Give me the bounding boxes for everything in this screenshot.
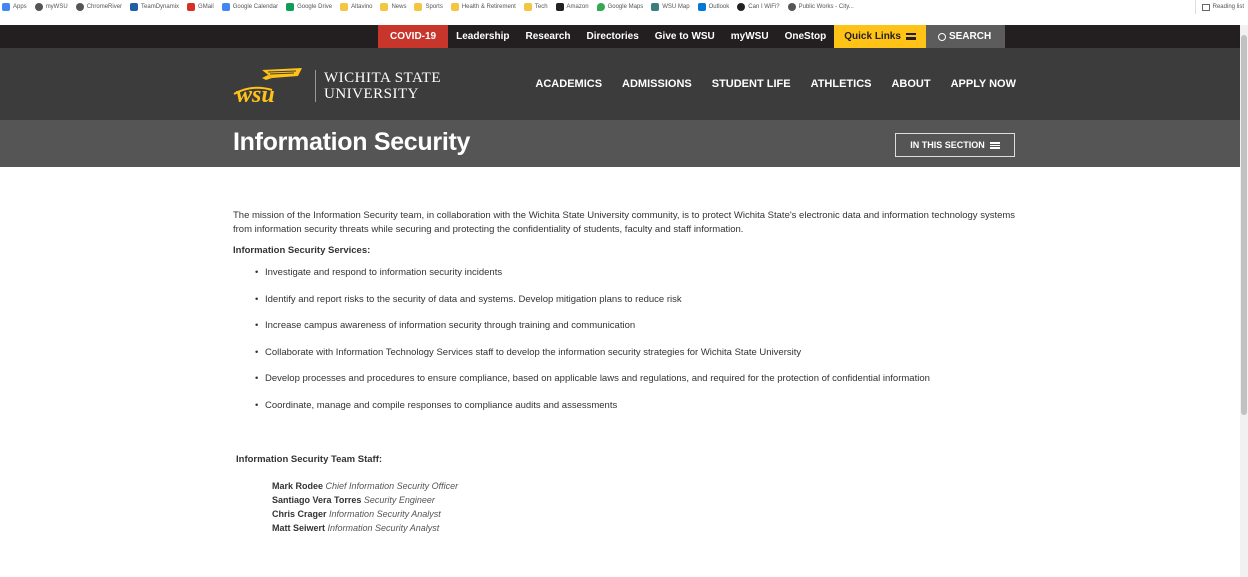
staff-name: Mark Rodee [272, 481, 324, 491]
nav-athletics[interactable]: ATHLETICS [811, 78, 872, 90]
scrollbar-thumb[interactable] [1241, 35, 1247, 415]
bookmark-wsu-map[interactable]: WSU Map [651, 3, 690, 11]
wsu-logo[interactable]: wsu WICHITA STATE UNIVERSITY [232, 66, 441, 108]
staff-role: Chief Information Security Officer [325, 481, 459, 491]
bookmark-folder-news[interactable]: News [380, 3, 406, 11]
menu-icon [989, 141, 1000, 149]
menu-icon [905, 33, 916, 40]
globe-icon [75, 3, 84, 11]
mywsu-link[interactable]: myWSU [723, 25, 777, 48]
bookmark-gmail[interactable]: GMail [187, 3, 214, 11]
give-to-wsu-link[interactable]: Give to WSU [647, 25, 723, 48]
drive-icon [286, 3, 295, 11]
list-item: Identify and report risks to the securit… [255, 293, 1033, 307]
calendar-icon [221, 3, 230, 11]
bookmark-apps[interactable]: Apps [2, 3, 27, 11]
nav-about[interactable]: ABOUT [891, 78, 930, 90]
leadership-link[interactable]: Leadership [448, 25, 517, 48]
nav-admissions[interactable]: ADMISSIONS [622, 78, 692, 90]
bookmarks-bar: Apps myWSU ChromeRiver TeamDynamix GMail… [0, 0, 1248, 14]
quick-links-button[interactable]: Quick Links [834, 25, 926, 48]
onestop-link[interactable]: OneStop [777, 25, 835, 48]
bookmark-public-works[interactable]: Public Works - City... [787, 3, 854, 11]
gmail-icon [187, 3, 196, 11]
staff-role: Information Security Analyst [329, 509, 441, 519]
bookmark-folder-tech[interactable]: Tech [523, 3, 548, 11]
folder-icon [450, 3, 459, 11]
folder-icon [414, 3, 423, 11]
outlook-icon [697, 3, 706, 11]
services-heading: Information Security Services: [233, 245, 371, 256]
page-scrollbar[interactable] [1240, 25, 1248, 577]
wsu-map-icon [651, 3, 660, 11]
university-name-line2: UNIVERSITY [324, 86, 419, 102]
main-content: The mission of the Information Security … [233, 209, 1033, 425]
university-name: WICHITA STATE UNIVERSITY [324, 70, 441, 102]
research-link[interactable]: Research [517, 25, 578, 48]
staff-role: Security Engineer [363, 495, 435, 505]
wsu-shocker-logo-icon: wsu [232, 66, 307, 108]
staff-heading: Information Security Team Staff: [236, 454, 383, 465]
search-button[interactable]: SEARCH [925, 25, 1006, 48]
staff-member: Santiago Vera Torres Security Engineer [272, 493, 458, 507]
mission-statement: The mission of the Information Security … [233, 210, 1016, 235]
list-item: Coordinate, manage and compile responses… [255, 399, 1033, 413]
directories-link[interactable]: Directories [579, 25, 647, 48]
bookmark-teamdynamix[interactable]: TeamDynamix [130, 3, 179, 11]
staff-name: Santiago Vera Torres [272, 495, 362, 505]
bookmark-folder-altavino[interactable]: Altavino [340, 3, 372, 11]
bookmark-mywsu[interactable]: myWSU [34, 3, 68, 11]
bookmark-folder-sports[interactable]: Sports [414, 3, 443, 11]
folder-icon [523, 3, 532, 11]
map-pin-icon [596, 3, 605, 11]
nav-apply-now[interactable]: APPLY NOW [951, 78, 1016, 90]
logo-divider [315, 70, 316, 102]
staff-name: Matt Seiwert [272, 523, 326, 533]
bookmark-amazon[interactable]: Amazon [555, 3, 589, 11]
globe-icon [787, 3, 796, 11]
staff-list: Mark Rodee Chief Information Security Of… [272, 479, 458, 535]
university-name-line1: WICHITA STATE [324, 70, 442, 86]
page-title: Information Security [233, 128, 471, 156]
bookmark-can-i-wifi[interactable]: Can I WiFi? [737, 3, 780, 11]
folder-icon [340, 3, 349, 11]
staff-role: Information Security Analyst [327, 523, 440, 533]
main-navigation: wsu WICHITA STATE UNIVERSITY ACADEMICS A… [0, 48, 1248, 120]
wifi-icon [737, 3, 746, 11]
list-item: Increase campus awareness of information… [255, 319, 1033, 333]
staff-member: Matt Seiwert Information Security Analys… [272, 521, 458, 535]
staff-member: Mark Rodee Chief Information Security Of… [272, 479, 458, 493]
bookmark-outlook[interactable]: Outlook [697, 3, 729, 11]
search-icon [937, 32, 946, 41]
list-item: Investigate and respond to information s… [255, 266, 1033, 280]
teamdynamix-icon [130, 3, 139, 11]
list-item: Collaborate with Information Technology … [255, 346, 1033, 360]
in-this-section-button[interactable]: IN THIS SECTION [895, 133, 1015, 157]
in-this-section-label: IN THIS SECTION [910, 140, 985, 150]
bookmark-folder-health[interactable]: Health & Retirement [450, 3, 516, 11]
staff-member: Chris Crager Information Security Analys… [272, 507, 458, 521]
services-list: Investigate and respond to information s… [233, 266, 1033, 413]
amazon-icon [555, 3, 564, 11]
folder-icon [380, 3, 389, 11]
quick-links-label: Quick Links [844, 31, 901, 42]
bookmark-google-maps[interactable]: Google Maps [596, 3, 643, 11]
nav-academics[interactable]: ACADEMICS [535, 78, 602, 90]
utility-bar: COVID-19 Leadership Research Directories… [0, 25, 1248, 48]
bookmark-chromeriver[interactable]: ChromeRiver [75, 3, 122, 11]
reading-list-icon [1201, 3, 1210, 11]
reading-list-button[interactable]: Reading list [1194, 0, 1244, 14]
globe-icon [34, 3, 43, 11]
list-item: Develop processes and procedures to ensu… [255, 372, 1033, 386]
bookmark-google-calendar[interactable]: Google Calendar [221, 3, 278, 11]
svg-text:wsu: wsu [236, 82, 275, 106]
search-label: SEARCH [948, 31, 992, 42]
covid-link[interactable]: COVID-19 [378, 25, 449, 48]
nav-student-life[interactable]: STUDENT LIFE [712, 78, 791, 90]
apps-icon [2, 3, 10, 11]
section-banner: Information Security [0, 120, 1248, 167]
staff-name: Chris Crager [272, 509, 327, 519]
bookmark-google-drive[interactable]: Google Drive [286, 3, 332, 11]
